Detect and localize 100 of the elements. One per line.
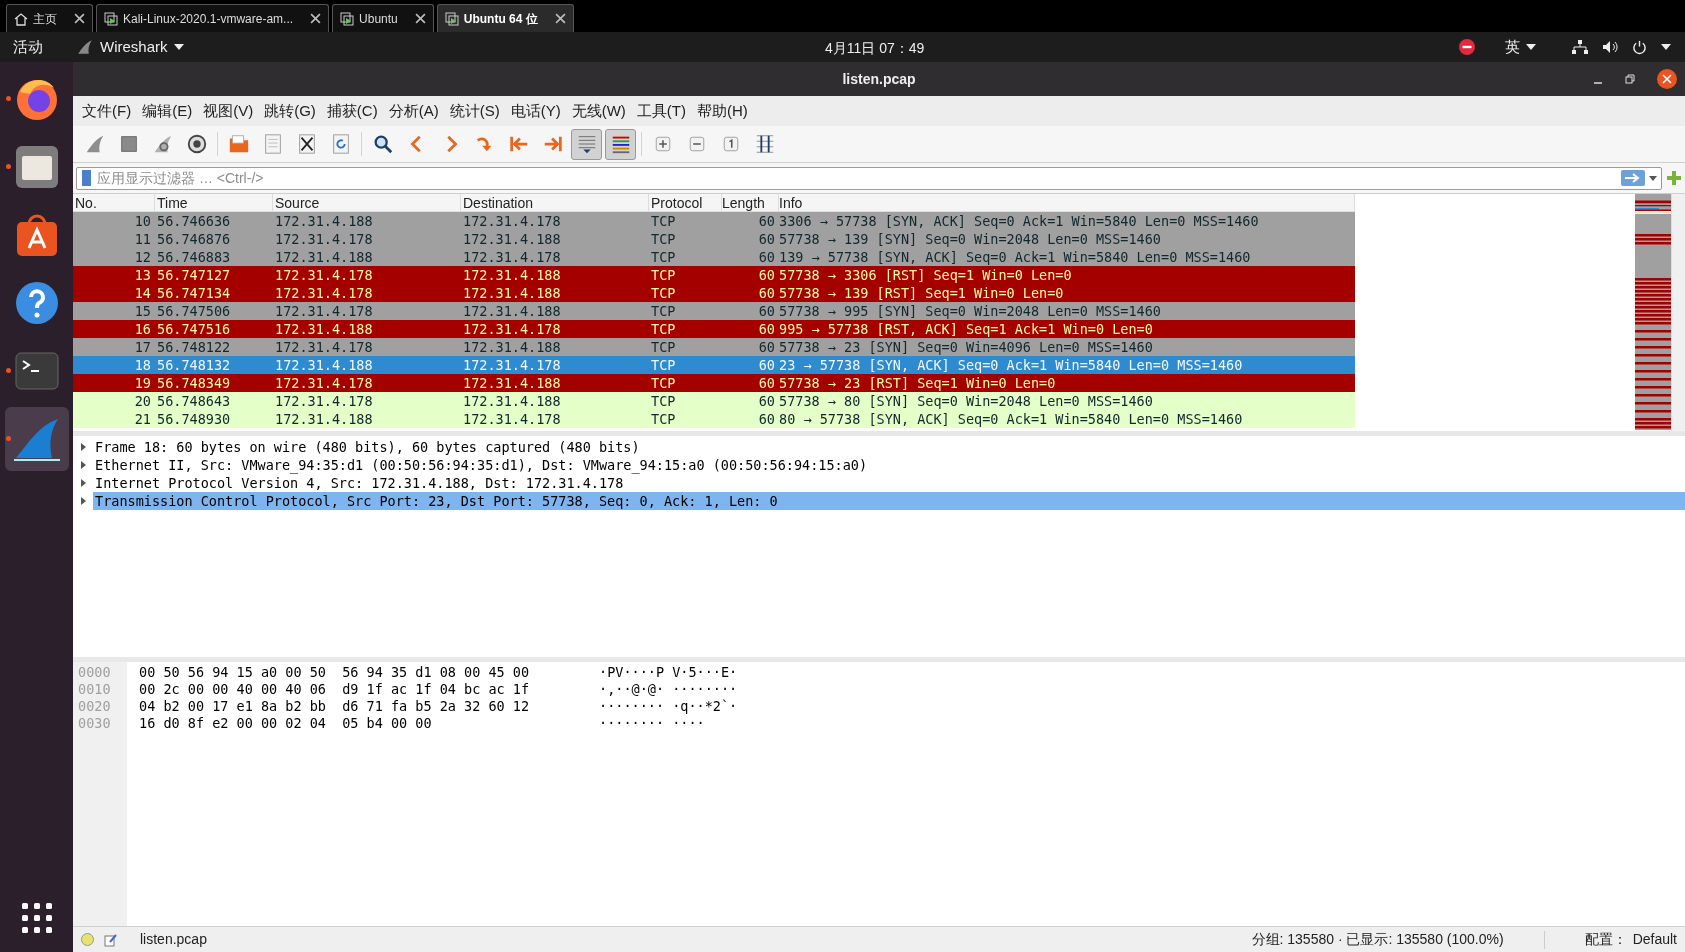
column-header[interactable]: Info xyxy=(779,194,1355,211)
collapsed-caret-icon[interactable] xyxy=(79,443,87,451)
column-header[interactable]: Source xyxy=(273,194,461,211)
protocol-cell-text: TCP xyxy=(650,392,677,410)
number-cell-text: 12 xyxy=(133,248,152,266)
packet-row[interactable]: 14 56.747134 172.31.4.178 172.31.4.188 TCP 60 57738 → 139 [RST] Seq=1 Win=0 Len=0 xyxy=(73,284,1355,302)
browser-tab[interactable]: Ubuntu xyxy=(332,4,434,32)
info-cell-text: 57738 → 995 [SYN] Seq=0 Win=2048 Len=0 MSS=1460 xyxy=(779,302,1162,320)
menu-item[interactable]: 视图(V) xyxy=(198,99,259,123)
menu-item[interactable]: 分析(A) xyxy=(383,99,444,123)
collapsed-caret-icon[interactable] xyxy=(79,479,87,487)
dropdown-caret-icon[interactable] xyxy=(1649,175,1657,181)
number-cell-text: 10 xyxy=(133,212,152,230)
network-icon[interactable] xyxy=(1572,40,1588,54)
menu-item[interactable]: 跳转(G) xyxy=(259,99,321,123)
info-cell-text: 139 → 57738 [SYN, ACK] Seq=0 Ack=1 Win=5840 Len=0 MSS=1460 xyxy=(779,248,1252,266)
menu-item[interactable]: 工具(T) xyxy=(631,99,691,123)
column-header[interactable]: Time xyxy=(155,194,273,211)
packet-row[interactable]: 18 56.748132 172.31.4.188 172.31.4.178 TCP 60 23 → 57738 [SYN, ACK] Seq=0 Ack=1 Win=5840 Len=0 MSS=1460 xyxy=(73,356,1355,374)
collapsed-caret-icon[interactable] xyxy=(79,461,87,469)
menu-item[interactable]: 电话(Y) xyxy=(505,99,566,123)
folder-icon xyxy=(227,133,250,155)
protocol-cell-text: TCP xyxy=(650,320,677,338)
clock[interactable]: 4月11日 07：49 xyxy=(825,38,925,59)
packet-row[interactable]: 15 56.747506 172.31.4.178 172.31.4.188 TCP 60 57738 → 995 [SYN] Seq=0 Win=2048 Len=0 MSS=1460 xyxy=(73,302,1355,320)
close-icon[interactable] xyxy=(1657,69,1677,89)
browser-tab[interactable]: Kali-Linux-2020.1-vmware-am... xyxy=(96,4,330,32)
protocol-cell-text: TCP xyxy=(650,230,677,248)
time-cell-text: 56.747127 xyxy=(156,266,232,284)
zoom-reset-icon xyxy=(721,135,740,153)
close-icon[interactable] xyxy=(414,13,426,24)
profile-name[interactable]: Default xyxy=(1632,929,1677,950)
destination-cell-text: 172.31.4.188 xyxy=(462,374,562,392)
column-header[interactable]: Protocol xyxy=(649,194,722,211)
packet-row[interactable]: 12 56.746883 172.31.4.188 172.31.4.178 TCP 60 139 → 57738 [SYN, ACK] Seq=0 Ack=1 Win=5840 Len=0 MSS=1460 xyxy=(73,248,1355,266)
app-grid-icon[interactable] xyxy=(20,902,53,934)
column-header[interactable]: No. xyxy=(73,194,155,211)
packet-row[interactable]: 20 56.748643 172.31.4.178 172.31.4.188 TCP 60 57738 → 80 [SYN] Seq=0 Win=2048 Len=0 MSS=1460 xyxy=(73,392,1355,410)
number-cell-text: 14 xyxy=(133,284,152,302)
packet-row[interactable]: 19 56.748349 172.31.4.178 172.31.4.188 TCP 60 57738 → 23 [RST] Seq=1 Win=0 Len=0 xyxy=(73,374,1355,392)
activities-button[interactable]: 活动 xyxy=(0,35,56,59)
virtual-machine-icon xyxy=(340,11,355,26)
menu-item[interactable]: 捕获(C) xyxy=(321,99,383,123)
do-not-disturb-icon[interactable] xyxy=(1459,39,1475,55)
info-cell-text: 57738 → 139 [SYN] Seq=0 Win=2048 Len=0 MSS=1460 xyxy=(779,230,1162,248)
caret-icon xyxy=(173,44,184,50)
bookmark-icon[interactable] xyxy=(80,169,94,187)
destination-cell-text: 172.31.4.188 xyxy=(462,284,562,302)
window-title: listen.pcap xyxy=(842,69,916,89)
caret-icon[interactable] xyxy=(1661,44,1671,50)
detail-row[interactable]: Internet Protocol Version 4, Src: 172.31.4.188, Dst: 172.31.4.178 xyxy=(73,474,1685,492)
restore-icon[interactable] xyxy=(1625,74,1635,84)
ascii-bytes: ········ ···· xyxy=(599,715,706,732)
menu-item[interactable]: 文件(F) xyxy=(77,99,137,123)
detail-row[interactable]: Ethernet II, Src: VMware_94:35:d1 (00:50:56:94:35:d1), Dst: VMware_94:15:a0 (00:50:56:94:15:a0) xyxy=(73,456,1685,474)
number-cell-text: 20 xyxy=(133,392,152,410)
detail-row[interactable]: Frame 18: 60 bytes on wire (480 bits), 60 bytes captured (480 bits) xyxy=(73,438,1685,456)
info-cell-text: 57738 → 139 [RST] Seq=1 Win=0 Len=0 xyxy=(779,284,1065,302)
ascii-bytes: ·PV····P V·5···E· xyxy=(599,664,738,681)
collapsed-caret-icon[interactable] xyxy=(79,497,87,505)
scrollbar[interactable] xyxy=(1671,194,1685,431)
column-header[interactable]: Destination xyxy=(461,194,649,211)
close-icon[interactable] xyxy=(554,13,566,24)
caret-icon xyxy=(1526,44,1536,50)
protocol-cell-text: TCP xyxy=(650,266,677,284)
packet-row[interactable]: 21 56.748930 172.31.4.188 172.31.4.178 TCP 60 80 → 57738 [SYN, ACK] Seq=0 Ack=1 Win=5840 Len=0 MSS=1460 xyxy=(73,410,1355,428)
menu-item[interactable]: 编辑(E) xyxy=(137,99,198,123)
packet-row[interactable]: 17 56.748122 172.31.4.178 172.31.4.188 TCP 60 57738 → 23 [SYN] Seq=0 Win=4096 Len=0 MSS=1460 xyxy=(73,338,1355,356)
packet-row[interactable]: 11 56.746876 172.31.4.178 172.31.4.188 TCP 60 57738 → 139 [SYN] Seq=0 Win=2048 Len=0 MSS=1460 xyxy=(73,230,1355,248)
length-cell-text: 60 xyxy=(757,410,776,428)
hex-bytes: 04 b2 00 17 e1 8a b2 bb d6 71 fa b5 2a 32 60 12 xyxy=(139,698,531,715)
browser-tab[interactable]: Ubuntu 64 位 xyxy=(436,4,574,32)
time-cell-text: 56.747134 xyxy=(156,284,232,302)
info-cell-text: 57738 → 80 [SYN] Seq=0 Win=2048 Len=0 MSS=1460 xyxy=(779,392,1154,410)
source-cell-text: 172.31.4.178 xyxy=(274,230,374,248)
menu-item[interactable]: 统计(S) xyxy=(444,99,505,123)
menu-item[interactable]: 帮助(H) xyxy=(691,99,753,123)
power-icon[interactable] xyxy=(1632,39,1647,55)
dock-item[interactable] xyxy=(4,407,69,471)
info-cell-text: 57738 → 3306 [RST] Seq=1 Win=0 Len=0 xyxy=(779,266,1073,284)
close-icon[interactable] xyxy=(310,13,322,24)
menu-item[interactable]: 无线(W) xyxy=(566,99,631,123)
packet-row[interactable]: 10 56.746636 172.31.4.188 172.31.4.178 TCP 60 3306 → 57738 [SYN, ACK] Seq=0 Ack=1 Win=5840 Len=0 MSS=1460 xyxy=(73,212,1355,230)
protocol-cell-text: TCP xyxy=(650,302,677,320)
close-icon[interactable] xyxy=(74,13,85,24)
column-header[interactable]: Length xyxy=(722,194,779,211)
app-menu[interactable]: Wireshark xyxy=(76,35,184,59)
input-method-menu[interactable]: 英 xyxy=(1505,35,1536,59)
length-cell-text: 60 xyxy=(757,320,776,338)
source-cell-text: 172.31.4.178 xyxy=(274,284,374,302)
tab-label: 主页 xyxy=(33,10,57,28)
length-cell-text: 60 xyxy=(757,284,776,302)
volume-icon[interactable] xyxy=(1602,40,1618,54)
packet-row[interactable]: 13 56.747127 172.31.4.178 172.31.4.188 TCP 60 57738 → 3306 [RST] Seq=1 Win=0 Len=0 xyxy=(73,266,1355,284)
browser-tab[interactable]: 主页 xyxy=(6,4,93,32)
time-cell-text: 56.746883 xyxy=(156,248,232,266)
offset-cell-text: 0000 xyxy=(77,664,112,681)
toolbar-button[interactable] xyxy=(605,128,636,160)
edit-comment-icon[interactable] xyxy=(104,932,118,947)
packet-row[interactable]: 16 56.747516 172.31.4.188 172.31.4.178 TCP 60 995 → 57738 [RST, ACK] Seq=1 Ack=1 Win=0 Len=0 xyxy=(73,320,1355,338)
